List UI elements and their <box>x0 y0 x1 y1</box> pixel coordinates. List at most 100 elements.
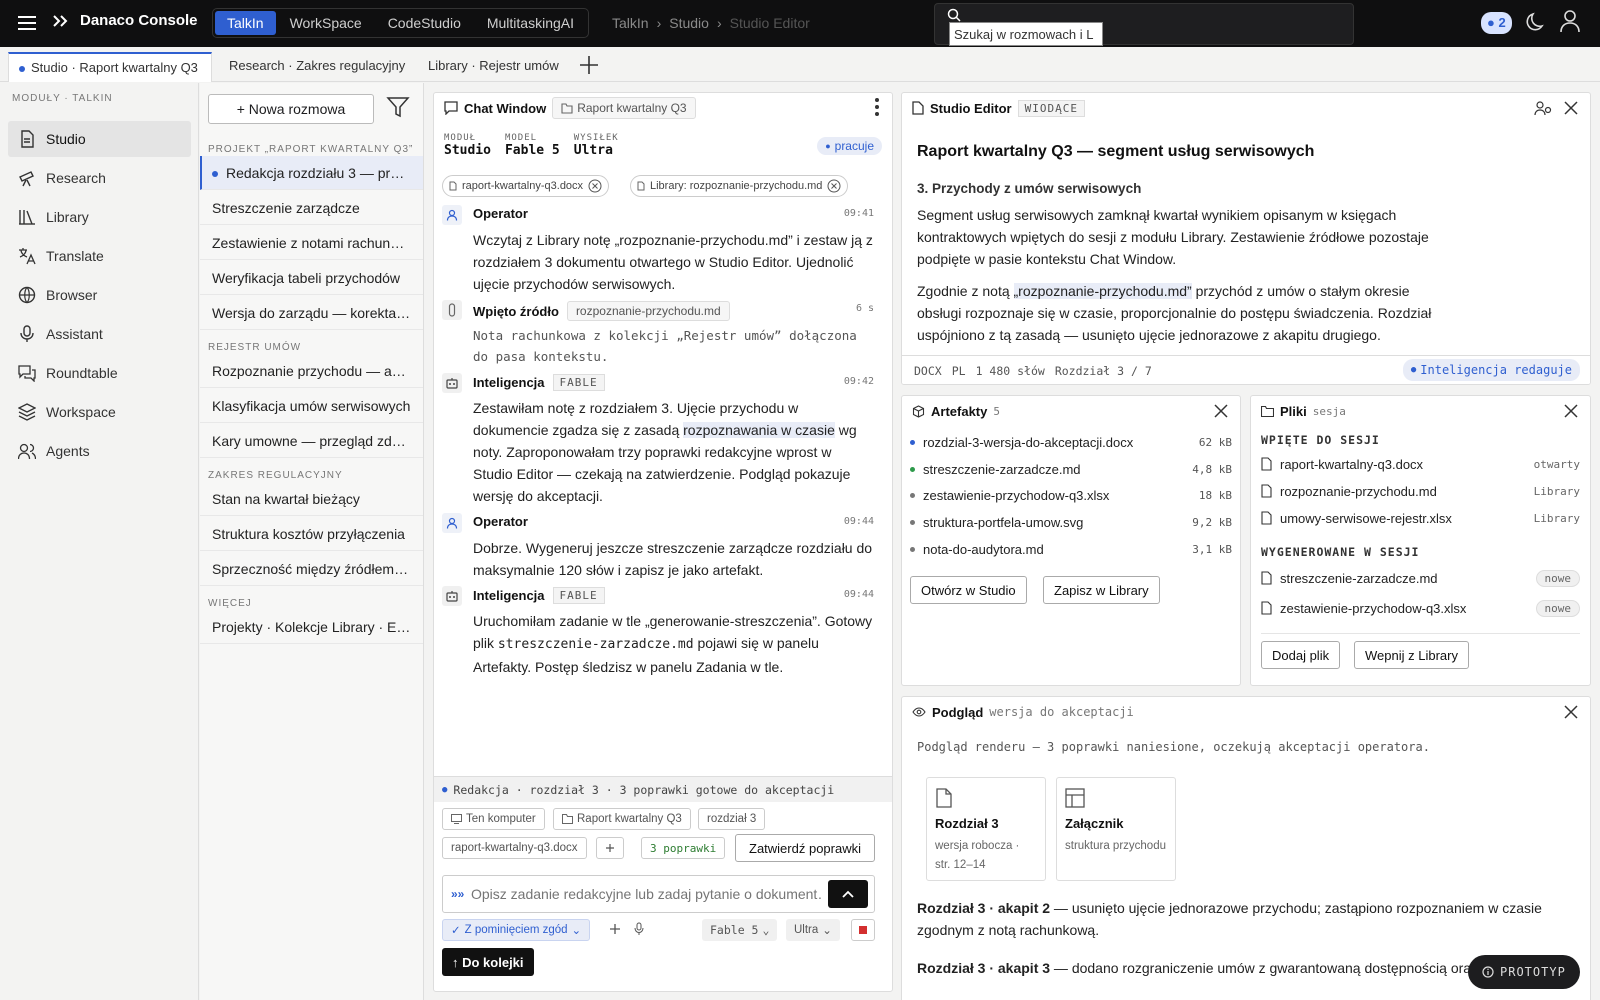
preview-card-appendix[interactable]: Załącznik struktura przychodu <box>1056 777 1176 881</box>
app-multitaskingai[interactable]: MultitaskingAI <box>475 11 586 35</box>
new-badge: nowe <box>1535 569 1580 587</box>
context-chip-docx[interactable]: raport-kwartalny-q3.docx <box>442 175 610 197</box>
add-tab-plus-icon[interactable] <box>578 54 600 76</box>
artifact-row[interactable]: nota-do-audytora.md 3,1 kB <box>910 536 1232 562</box>
chat-message: Inteligencja FABLE 09:44 Uruchomiłam zada… <box>442 586 874 676</box>
app-talkin[interactable]: TalkIn <box>215 11 276 35</box>
approve-fixes-button[interactable]: Zatwierdź poprawki <box>735 834 875 862</box>
add-file-button[interactable]: Dodaj plik <box>1261 641 1341 669</box>
close-icon[interactable] <box>1564 404 1578 418</box>
status-dot <box>910 519 915 525</box>
conversation-item[interactable]: Wersja do zarządu — korekta językowa <box>200 296 423 330</box>
sidebar-item-translate[interactable]: Translate <box>8 238 191 274</box>
conversation-item[interactable]: Rozpoznanie przychodu — analiza <box>200 354 423 388</box>
app-brand[interactable]: Danaco Console <box>52 12 198 29</box>
remove-chip-icon[interactable] <box>588 179 602 193</box>
studio-editor-panel: Studio Editor WIODĄCE Raport kwartalny Q… <box>901 92 1591 385</box>
conversation-item[interactable]: Struktura kosztów przyłączenia <box>200 517 423 551</box>
status-dot <box>910 546 915 552</box>
settings-users-icon[interactable] <box>1534 100 1552 116</box>
sidebar-item-agents[interactable]: Agents <box>8 433 191 469</box>
app-workspace[interactable]: WorkSpace <box>278 11 374 35</box>
conversation-item[interactable]: Redakcja rozdziału 3 — przychody <box>200 156 423 190</box>
model-select-value: Fable 5 <box>710 923 759 937</box>
tab-label: Research · Zakres regulacyjny <box>229 58 406 73</box>
dark-mode-moon-icon[interactable] <box>1524 10 1548 34</box>
tab-studio-raport[interactable]: Studio · Raport kwartalny Q3 <box>8 52 212 82</box>
close-icon[interactable] <box>1564 101 1578 115</box>
add-context-plus-icon[interactable] <box>596 837 624 859</box>
divider <box>1261 633 1580 634</box>
scope-chip-chapter[interactable]: rozdział 3 <box>698 808 766 830</box>
consent-toggle[interactable]: ✓ Z pominięciem zgód ⌄ <box>442 919 591 941</box>
sidebar-item-roundtable[interactable]: Roundtable <box>8 355 191 391</box>
breadcrumb-talkin[interactable]: TalkIn <box>612 15 649 31</box>
new-conversation-button[interactable]: + Nowa rozmowa <box>208 94 374 124</box>
sidebar-item-browser[interactable]: Browser <box>8 277 191 313</box>
scope-chip-project[interactable]: Raport kwartalny Q3 <box>553 808 691 830</box>
open-in-studio-button[interactable]: Otwórz w Studio <box>910 576 1027 604</box>
voice-mic-icon[interactable] <box>634 922 644 936</box>
task-banner: ● Redakcja · rozdział 3 · 3 poprawki goto… <box>434 776 892 802</box>
file-row[interactable]: streszczenie-zarzadcze.md nowe <box>1261 565 1580 591</box>
file-row[interactable]: raport-kwartalny-q3.docx otwarty <box>1261 451 1580 477</box>
breadcrumb-studio[interactable]: Studio <box>669 15 709 31</box>
conversation-item[interactable]: Zestawienie z notami rachunkowymi <box>200 226 423 260</box>
artifact-row[interactable]: struktura-portfela-umow.svg 9,2 kB <box>910 509 1232 535</box>
chip-label: Raport kwartalny Q3 <box>577 813 682 825</box>
tab-library-rejestr[interactable]: Library · Rejestr umów <box>418 52 569 82</box>
filter-icon[interactable] <box>386 95 410 119</box>
conversation-item[interactable]: Klasyfikacja umów serwisowych <box>200 389 423 423</box>
sidebar-item-workspace[interactable]: Workspace <box>8 394 191 430</box>
save-in-library-button[interactable]: Zapisz w Library <box>1043 576 1160 604</box>
more-options-icon[interactable] <box>874 97 880 117</box>
message-author: Wpięto źródło rozpoznanie-przychodu.md <box>473 301 730 321</box>
stop-button[interactable] <box>851 919 875 941</box>
prototype-badge[interactable]: PROTOTYP <box>1468 955 1580 989</box>
composer-input[interactable] <box>471 882 823 906</box>
conversation-item[interactable]: Projekty · Kolekcje Library · Eksport <box>200 610 423 644</box>
remove-chip-icon[interactable] <box>827 179 841 193</box>
editor-paragraph-2[interactable]: Zgodnie z notą „rozpoznanie-przychodu.md… <box>917 280 1437 350</box>
file-row[interactable]: zestawienie-przychodow-q3.xlsx nowe <box>1261 595 1580 621</box>
close-icon[interactable] <box>1564 705 1578 719</box>
send-button[interactable] <box>828 880 868 908</box>
pin-from-library-button[interactable]: Wepnij z Library <box>1354 641 1469 669</box>
app-codestudio[interactable]: CodeStudio <box>376 11 473 35</box>
editor-paragraph-1[interactable]: Segment usług serwisowych zamknął kwarta… <box>917 204 1437 270</box>
attach-plus-icon[interactable] <box>609 923 621 935</box>
hamburger-menu-icon[interactable] <box>16 12 38 34</box>
notification-badge[interactable]: ● 2 <box>1481 12 1512 34</box>
conversation-item[interactable]: Weryfikacja tabeli przychodów <box>200 261 423 295</box>
conversation-item[interactable]: Sprzeczność między źródłem a notą <box>200 552 423 586</box>
file-name: umowy-serwisowe-rejestr.xlsx <box>1280 510 1452 526</box>
conversation-item[interactable]: Kary umowne — przegląd zdarzeń <box>200 424 423 458</box>
scope-chip-file[interactable]: raport-kwartalny-q3.docx <box>442 837 587 859</box>
tab-research-zakres[interactable]: Research · Zakres regulacyjny <box>219 52 415 82</box>
effort-select[interactable]: Ultra ⌄ <box>786 919 840 941</box>
queue-button[interactable]: ↑ Do kolejki <box>442 948 534 976</box>
file-row[interactable]: umowy-serwisowe-rejestr.xlsx Library <box>1261 505 1580 531</box>
model-select[interactable]: Fable 5 ⌄ <box>702 919 778 941</box>
document-tabs: Studio · Raport kwartalny Q3 Research · … <box>0 48 1600 82</box>
tab-label: Studio · Raport kwartalny Q3 <box>31 60 198 75</box>
user-profile-icon[interactable] <box>1559 9 1581 33</box>
status-dot <box>910 466 915 472</box>
artifact-row[interactable]: zestawienie-przychodow-q3.xlsx 18 kB <box>910 482 1232 508</box>
scope-chip-computer[interactable]: Ten komputer <box>442 808 545 830</box>
context-chip-library[interactable]: Library: rozpoznanie-przychodu.md <box>630 175 849 197</box>
search-input[interactable] <box>949 22 1103 46</box>
sidebar-item-studio[interactable]: Studio <box>8 121 191 157</box>
close-icon[interactable] <box>1214 404 1228 418</box>
preview-card-chapter[interactable]: Rozdział 3 wersja robocza · str. 12–14 <box>926 777 1046 881</box>
sidebar-item-library[interactable]: Library <box>8 199 191 235</box>
artifact-row[interactable]: rozdzial-3-wersja-do-akceptacji.docx 62 k… <box>910 429 1232 455</box>
artifact-row[interactable]: streszczenie-zarzadcze.md 4,8 kB <box>910 456 1232 482</box>
conversation-item[interactable]: Streszczenie zarządcze <box>200 191 423 225</box>
file-row[interactable]: rozpoznanie-przychodu.md Library <box>1261 478 1580 504</box>
source-tag[interactable]: rozpoznanie-przychodu.md <box>566 301 730 321</box>
sidebar-item-research[interactable]: Research <box>8 160 191 196</box>
sidebar-item-assistant[interactable]: Assistant <box>8 316 191 352</box>
conversation-item[interactable]: Stan na kwartał bieżący <box>200 482 423 516</box>
context-pill[interactable]: Raport kwartalny Q3 <box>552 97 696 119</box>
